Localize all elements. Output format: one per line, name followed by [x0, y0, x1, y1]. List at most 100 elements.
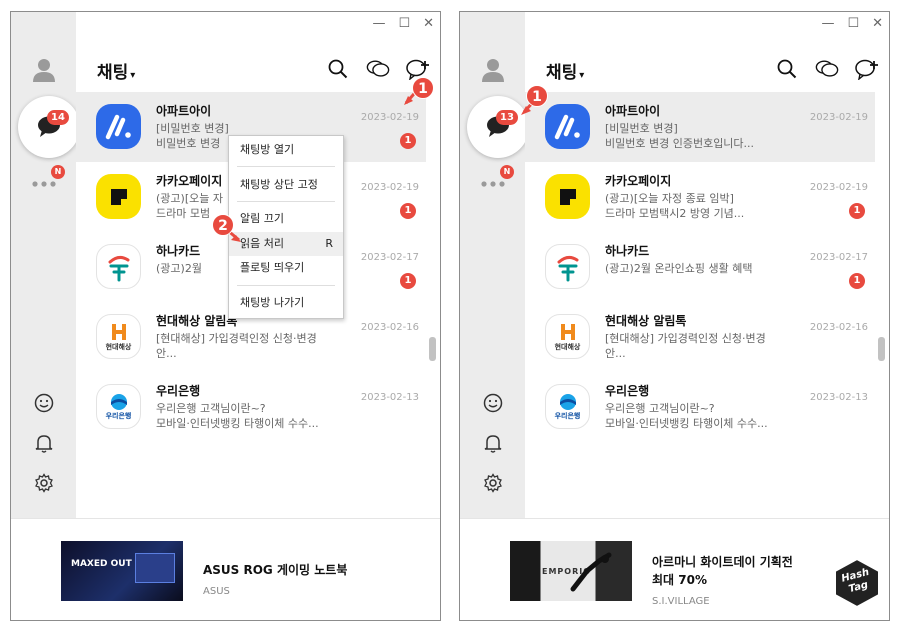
chat-name: 카카오페이지 — [156, 174, 223, 188]
hana-logo — [545, 244, 590, 289]
woori-logo: 우리은행 — [96, 384, 141, 429]
unread-badge: 1 — [400, 133, 416, 149]
chat-row-kakaopage[interactable]: 카카오페이지 (광고)[오늘 자정 종료 임박] 드라마 모범택시2 방영 기념… — [525, 162, 875, 232]
menu-item-mark-read[interactable]: 읽음 처리 R — [229, 232, 343, 256]
chat-preview: [현대해상] 가입경력인정 신청·변경 안... — [156, 332, 317, 360]
window-controls: — ☐ ✕ — [821, 16, 883, 31]
scrollbar-thumb[interactable] — [878, 337, 885, 361]
chat-row-woori[interactable]: 우리은행 우리은행 우리은행 고객님이란~? 모바일·인터넷뱅킹 타행이체 수수… — [525, 372, 875, 442]
unread-badge: 1 — [849, 203, 865, 219]
chat-name: 아파트아이 — [156, 104, 212, 118]
chats-tab[interactable]: 14 — [18, 96, 80, 158]
chat-name: 하나카드 — [156, 244, 201, 258]
shortcut-key: R — [325, 237, 333, 250]
page-title-text: 채팅 — [546, 63, 578, 83]
woori-logo: 우리은행 — [545, 384, 590, 429]
ad-banner[interactable]: MAXED OUT ASUS ROG 게이밍 노트북 ASUS — [11, 518, 440, 620]
bell-icon[interactable] — [460, 432, 525, 454]
chat-date: 2023-02-16 — [360, 322, 419, 333]
minimize-button[interactable]: — — [821, 16, 834, 31]
hyundai-logo-text: 현대해상 — [105, 342, 132, 351]
bell-icon[interactable] — [11, 432, 76, 454]
kakaopage-logo — [96, 174, 141, 219]
chat-date: 2023-02-19 — [809, 112, 868, 123]
open-chat-icon[interactable] — [366, 57, 390, 81]
sidebar: 13 N — [460, 12, 529, 518]
chat-name: 현대해상 알림톡 — [156, 314, 238, 328]
menu-item-leave[interactable]: 채팅방 나가기 — [229, 291, 343, 315]
gear-icon[interactable] — [460, 472, 525, 494]
step-marker: 2 — [212, 214, 234, 236]
woori-logo-text: 우리은행 — [554, 411, 581, 420]
header-actions — [326, 57, 430, 81]
chat-date: 2023-02-17 — [360, 252, 419, 263]
page-title[interactable]: 채팅 ▾ — [97, 58, 135, 83]
menu-item-open[interactable]: 채팅방 열기 — [229, 138, 343, 162]
search-icon[interactable] — [326, 57, 350, 81]
apt-ai-logo — [545, 104, 590, 149]
chat-row-apt[interactable]: 아파트아이 [비밀번호 변경] 비밀번호 변경 인증번호입니다... 2023-… — [525, 92, 875, 162]
menu-item-floating[interactable]: 플로팅 띄우기 — [229, 256, 343, 280]
close-button[interactable]: ✕ — [423, 16, 434, 31]
chat-date: 2023-02-19 — [360, 182, 419, 193]
chat-window-left: 14 N — ☐ ✕ 채팅 ▾ 아파트아이 [비밀번호 변경] 비밀번호 변경 … — [10, 11, 441, 621]
more-icon[interactable] — [11, 174, 76, 194]
chat-date: 2023-02-16 — [809, 322, 868, 333]
chat-name: 우리은행 — [156, 384, 201, 398]
window-controls: — ☐ ✕ — [372, 16, 434, 31]
new-badge: N — [500, 165, 514, 179]
apt-ai-logo — [96, 104, 141, 149]
friends-icon[interactable] — [11, 56, 76, 84]
emoticon-icon[interactable] — [460, 392, 525, 414]
chat-date: 2023-02-17 — [809, 252, 868, 263]
unread-badge: 1 — [849, 273, 865, 289]
close-button[interactable]: ✕ — [872, 16, 883, 31]
hyundai-logo: 현대해상 — [96, 314, 141, 359]
chat-preview: 우리은행 고객님이란~? 모바일·인터넷뱅킹 타행이체 수수... — [156, 402, 319, 430]
hyundai-logo: 현대해상 — [545, 314, 590, 359]
open-chat-icon[interactable] — [815, 57, 839, 81]
chat-name: 카카오페이지 — [605, 174, 672, 188]
chat-row-woori[interactable]: 우리은행 우리은행 우리은행 고객님이란~? 모바일·인터넷뱅킹 타행이체 수수… — [76, 372, 426, 442]
new-badge: N — [51, 165, 65, 179]
ad-title: 아르마니 화이트데이 기획전 최대 70% — [652, 555, 793, 587]
header-actions — [775, 57, 879, 81]
ad-source: S.I.VILLAGE — [652, 596, 710, 607]
chat-date: 2023-02-13 — [360, 392, 419, 403]
ad-image: EMPORIO — [510, 541, 632, 601]
unread-badge: 1 — [400, 273, 416, 289]
ad-title: ASUS ROG 게이밍 노트북 — [203, 563, 348, 577]
step-marker: 1 — [526, 85, 548, 107]
hashtag-logo: Hash Tag — [831, 557, 883, 609]
menu-item-mute[interactable]: 알림 끄기 — [229, 207, 343, 231]
page-title-text: 채팅 — [97, 63, 129, 83]
chat-date: 2023-02-19 — [360, 112, 419, 123]
chat-row-hanacard[interactable]: 하나카드 (광고)2월 온라인쇼핑 생활 혜택 2023-02-17 1 — [525, 232, 875, 302]
minimize-button[interactable]: — — [372, 16, 385, 31]
chat-preview: [비밀번호 변경] 비밀번호 변경 인증번호입니다... — [605, 122, 755, 150]
ad-image: MAXED OUT — [61, 541, 183, 601]
woori-logo-text: 우리은행 — [105, 411, 132, 420]
unread-badge: 1 — [400, 203, 416, 219]
chat-name: 아파트아이 — [605, 104, 661, 118]
menu-divider — [237, 285, 335, 286]
chat-row-hyundai[interactable]: 현대해상 현대해상 알림톡 [현대해상] 가입경력인정 신청·변경 안... 2… — [525, 302, 875, 372]
maximize-button[interactable]: ☐ — [847, 16, 859, 31]
chat-date: 2023-02-19 — [809, 182, 868, 193]
search-icon[interactable] — [775, 57, 799, 81]
chevron-down-icon: ▾ — [579, 70, 585, 81]
page-title[interactable]: 채팅 ▾ — [546, 58, 584, 83]
friends-icon[interactable] — [460, 56, 525, 84]
maximize-button[interactable]: ☐ — [398, 16, 410, 31]
ad-image-text: MAXED OUT — [71, 559, 132, 569]
scrollbar-thumb[interactable] — [429, 337, 436, 361]
kakaopage-logo — [545, 174, 590, 219]
gear-icon[interactable] — [11, 472, 76, 494]
new-chat-icon[interactable] — [855, 57, 879, 81]
emoticon-icon[interactable] — [11, 392, 76, 414]
chevron-down-icon: ▾ — [130, 70, 136, 81]
ad-banner[interactable]: EMPORIO 아르마니 화이트데이 기획전 최대 70% S.I.VILLAG… — [460, 518, 889, 620]
context-menu: 채팅방 열기 채팅방 상단 고정 알림 끄기 읽음 처리 R 플로팅 띄우기 채팅… — [228, 135, 344, 319]
more-icon[interactable] — [460, 174, 525, 194]
menu-item-pin[interactable]: 채팅방 상단 고정 — [229, 173, 343, 197]
